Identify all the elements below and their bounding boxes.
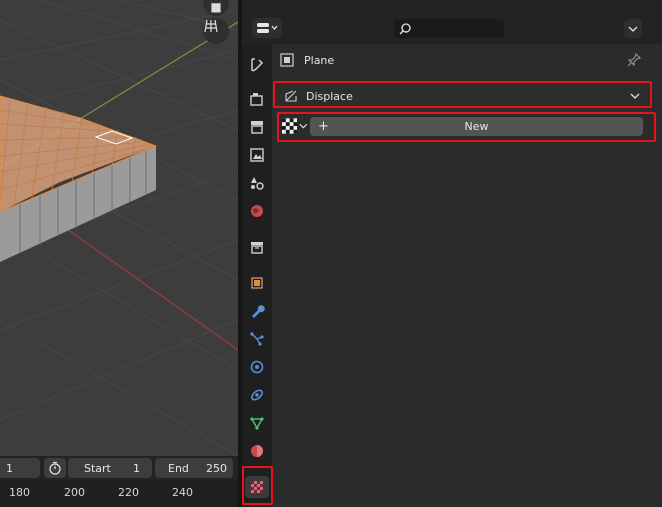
ruler-tick: 180 — [9, 486, 30, 499]
start-label: Start — [84, 461, 111, 475]
object-icon — [251, 277, 263, 289]
top-header-strip — [242, 0, 662, 14]
ortho-toggle-button[interactable] — [203, 18, 229, 44]
pin-icon — [627, 52, 642, 67]
render-icon — [250, 93, 263, 106]
object-icon — [280, 53, 294, 67]
material-icon — [251, 445, 263, 457]
output-icon — [251, 121, 263, 134]
search-icon — [399, 22, 411, 34]
highlight-texture-tab — [242, 466, 273, 505]
tab-tool[interactable] — [245, 54, 269, 76]
physics-icon — [250, 360, 264, 374]
tab-constraints[interactable] — [245, 384, 269, 406]
tab-particles[interactable] — [245, 328, 269, 350]
tab-world[interactable] — [245, 200, 269, 222]
pin-button[interactable] — [626, 52, 642, 68]
editor-type-icon — [257, 23, 278, 33]
end-frame-field[interactable]: End 250 — [155, 458, 233, 478]
scene-icon — [251, 177, 264, 190]
tab-scene[interactable] — [245, 172, 269, 194]
highlight-texture-slot — [273, 81, 652, 108]
camera-icon: ■ — [210, 0, 222, 14]
collection-icon — [251, 242, 263, 254]
start-frame-field[interactable]: Start 1 — [68, 458, 152, 478]
tool-icon — [251, 58, 264, 72]
constraints-icon — [251, 389, 263, 401]
editor-type-button[interactable] — [252, 18, 282, 38]
tab-collection[interactable] — [245, 236, 269, 258]
options-dropdown-button[interactable] — [624, 19, 642, 38]
stopwatch-icon — [49, 461, 61, 475]
particles-icon — [250, 332, 264, 346]
tab-modifier[interactable] — [245, 300, 269, 322]
search-input[interactable] — [394, 19, 504, 38]
current-frame-value: 1 — [6, 461, 13, 475]
world-icon — [251, 205, 263, 217]
end-label: End — [168, 461, 189, 475]
tab-view-layer[interactable] — [245, 144, 269, 166]
data-icon — [250, 417, 264, 430]
tab-render[interactable] — [245, 88, 269, 110]
tab-material[interactable] — [245, 440, 269, 462]
highlight-new-texture — [277, 112, 656, 142]
chevron-down-icon — [628, 26, 638, 32]
tab-object[interactable] — [245, 272, 269, 294]
ruler-tick: 220 — [118, 486, 139, 499]
modifier-icon — [252, 305, 265, 318]
current-frame-field[interactable]: 1 — [0, 458, 40, 478]
ruler-tick: 200 — [64, 486, 85, 499]
properties-header — [242, 14, 662, 44]
tab-output[interactable] — [245, 116, 269, 138]
end-value: 250 — [206, 461, 227, 475]
ruler-tick: 240 — [172, 486, 193, 499]
grid-icon — [204, 19, 218, 33]
autokey-button[interactable] — [44, 458, 66, 478]
3d-viewport[interactable]: ■ — [0, 0, 238, 456]
tab-physics[interactable] — [245, 356, 269, 378]
properties-editor — [242, 0, 662, 507]
frame-ruler[interactable]: 180 200 220 240 — [0, 480, 238, 507]
object-name: Plane — [304, 53, 335, 67]
viewport-scene — [0, 0, 238, 456]
object-context-row: Plane — [280, 50, 334, 70]
tab-data[interactable] — [245, 412, 269, 434]
start-value: 1 — [133, 461, 140, 475]
properties-tab-bar — [242, 44, 272, 507]
view-layer-icon — [250, 148, 264, 162]
timeline[interactable]: 1 Start 1 End 250 180 200 220 240 — [0, 456, 238, 507]
